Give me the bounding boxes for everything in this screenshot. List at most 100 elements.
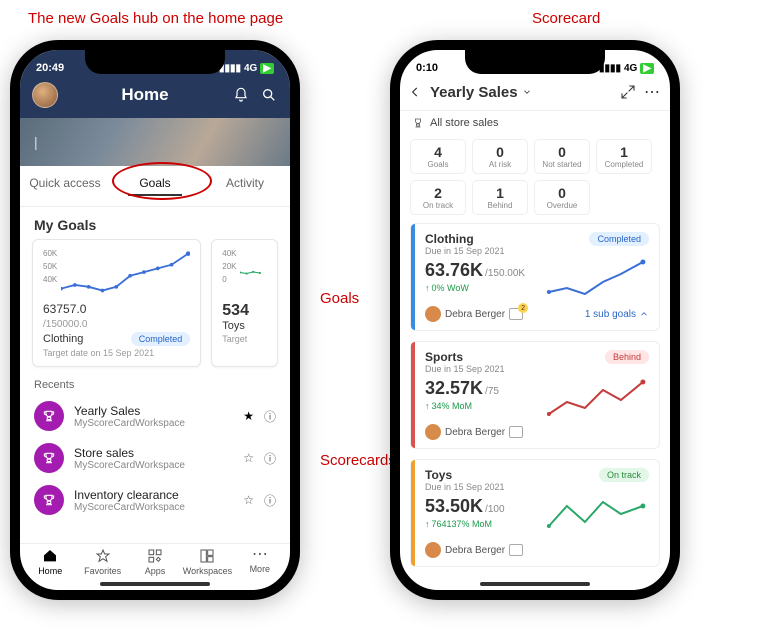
battery-icon: ▶: [260, 63, 274, 74]
star-icon[interactable]: ☆: [243, 451, 254, 465]
info-icon[interactable]: ⓘ: [264, 450, 276, 467]
sub-goals-link[interactable]: 1 sub goals: [585, 309, 649, 320]
goal-card-clothing[interactable]: ClothingDue in 15 Sep 2021 Completed 63.…: [410, 223, 660, 331]
stat-on-track[interactable]: 2On track: [410, 180, 466, 215]
goal-name: Clothing: [425, 232, 505, 246]
goal-due: Due in 15 Sep 2021: [425, 364, 505, 374]
notch: [465, 48, 605, 74]
goal-delta: ↑ 764137% MoM: [425, 519, 539, 529]
scorecard-item[interactable]: Inventory clearanceMyScoreCardWorkspace …: [20, 479, 290, 521]
annotation-goals-hub: The new Goals hub on the home page: [28, 10, 283, 27]
goal-name: Clothing: [43, 333, 83, 345]
info-icon[interactable]: ⓘ: [264, 492, 276, 509]
home-tabs: Quick access Goals Activity: [20, 166, 290, 207]
goal-due: Due in 15 Sep 2021: [425, 246, 505, 256]
summary-stats: 4Goals 0At risk 0Not started 1Completed …: [400, 135, 670, 223]
scorecard-header: Yearly Sales ⋯: [400, 76, 670, 111]
sparkline: [545, 256, 649, 302]
nav-more[interactable]: ⋯More: [234, 548, 286, 576]
trophy-icon: [34, 485, 64, 515]
app-header: Home: [20, 76, 290, 118]
status-badge: Completed: [131, 332, 191, 346]
workspace-name: MyScoreCardWorkspace: [74, 502, 233, 513]
scorecard-title[interactable]: Yearly Sales: [430, 84, 532, 101]
scorecard-name: Store sales: [74, 446, 233, 460]
star-icon[interactable]: ★: [243, 409, 254, 423]
stat-goals[interactable]: 4Goals: [410, 139, 466, 174]
goal-card-toys-partial[interactable]: 40K 20K 0 534 Toys Target: [211, 239, 278, 367]
goal-value: 32.57K: [425, 378, 483, 399]
note-icon[interactable]: [509, 308, 523, 320]
expand-icon[interactable]: [620, 84, 636, 100]
tab-quick-access[interactable]: Quick access: [20, 166, 110, 206]
scorecard-name: Yearly Sales: [74, 404, 233, 418]
goal-name: Sports: [425, 350, 505, 364]
note-icon[interactable]: [509, 544, 523, 556]
goal-card-sports[interactable]: SportsDue in 15 Sep 2021 Behind 32.57K/7…: [410, 341, 660, 449]
nav-home[interactable]: Home: [24, 548, 76, 576]
goal-owner: Debra Berger: [425, 424, 523, 440]
goal-value: 534: [222, 302, 267, 320]
goal-target: /150000.0: [43, 319, 88, 330]
goal-card-clothing[interactable]: 60K 50K 40K 63757.0/150000.0 Clothing Co…: [32, 239, 201, 367]
tab-activity[interactable]: Activity: [200, 166, 290, 206]
sparkline: [545, 492, 649, 538]
network-label: 4G: [244, 63, 257, 74]
goal-card-toys[interactable]: ToysDue in 15 Sep 2021 On track 53.50K/1…: [410, 459, 660, 567]
status-time: 0:10: [416, 62, 438, 74]
nav-apps[interactable]: Apps: [129, 548, 181, 576]
nav-favorites[interactable]: Favorites: [76, 548, 128, 576]
info-icon[interactable]: ⓘ: [264, 408, 276, 425]
note-icon[interactable]: [509, 426, 523, 438]
annotation-goals: Goals: [320, 290, 359, 307]
workspace-name: MyScoreCardWorkspace: [74, 418, 233, 429]
scorecard-item[interactable]: Yearly SalesMyScoreCardWorkspace ★ ⓘ: [20, 395, 290, 437]
phone-scorecard: 0:10 ▮▮▮▮ 4G ▶ Yearly Sales ⋯ All store …: [390, 40, 680, 600]
home-indicator: [480, 582, 590, 586]
page-title: Home: [68, 85, 222, 105]
goal-owner: Debra Berger: [425, 542, 523, 558]
bell-icon[interactable]: [232, 86, 250, 104]
tab-goals[interactable]: Goals: [110, 166, 200, 206]
annotation-scorecards: Scorecards: [320, 452, 396, 469]
hero-banner: [20, 118, 290, 166]
goal-value: 63.76K: [425, 260, 483, 281]
goal-target: /75: [485, 386, 499, 397]
status-badge: Behind: [605, 350, 649, 364]
sparkline: [61, 248, 190, 298]
chevron-up-icon: [639, 309, 649, 319]
star-icon[interactable]: ☆: [243, 493, 254, 507]
notch: [85, 48, 225, 74]
search-icon[interactable]: [260, 86, 278, 104]
stat-completed[interactable]: 1Completed: [596, 139, 652, 174]
goal-name: Toys: [425, 468, 505, 482]
goal-name: Toys: [222, 320, 267, 332]
goal-owner: Debra Berger: [425, 306, 523, 322]
back-icon[interactable]: [408, 85, 422, 99]
avatar: [425, 542, 441, 558]
goal-date: Target: [222, 334, 267, 344]
battery-icon: ▶: [640, 63, 654, 74]
goal-value: 53.50K: [425, 496, 483, 517]
goal-target: /150.00K: [485, 268, 525, 279]
avatar: [425, 424, 441, 440]
nav-workspaces[interactable]: Workspaces: [181, 548, 233, 576]
goal-due: Due in 15 Sep 2021: [425, 482, 505, 492]
phone-goals-hub: 20:49 ▮▮▮▮ 4G ▶ Home Quick access: [10, 40, 300, 600]
chevron-down-icon: [522, 87, 532, 97]
recents-heading: Recents: [20, 367, 290, 395]
goal-date: Target date on 15 Sep 2021: [43, 348, 190, 358]
stat-overdue[interactable]: 0Overdue: [534, 180, 590, 215]
scorecard-item[interactable]: Store salesMyScoreCardWorkspace ☆ⓘ: [20, 437, 290, 479]
stat-at-risk[interactable]: 0At risk: [472, 139, 528, 174]
stat-behind[interactable]: 1Behind: [472, 180, 528, 215]
breadcrumb[interactable]: All store sales: [400, 111, 670, 135]
sparkline: [240, 248, 268, 298]
status-badge: On track: [599, 468, 649, 482]
annotation-scorecard: Scorecard: [532, 10, 600, 27]
avatar[interactable]: [32, 82, 58, 108]
stat-not-started[interactable]: 0Not started: [534, 139, 590, 174]
trophy-icon: [34, 443, 64, 473]
more-icon[interactable]: ⋯: [644, 82, 660, 102]
y-axis-ticks: 40K 20K 0: [222, 248, 236, 298]
